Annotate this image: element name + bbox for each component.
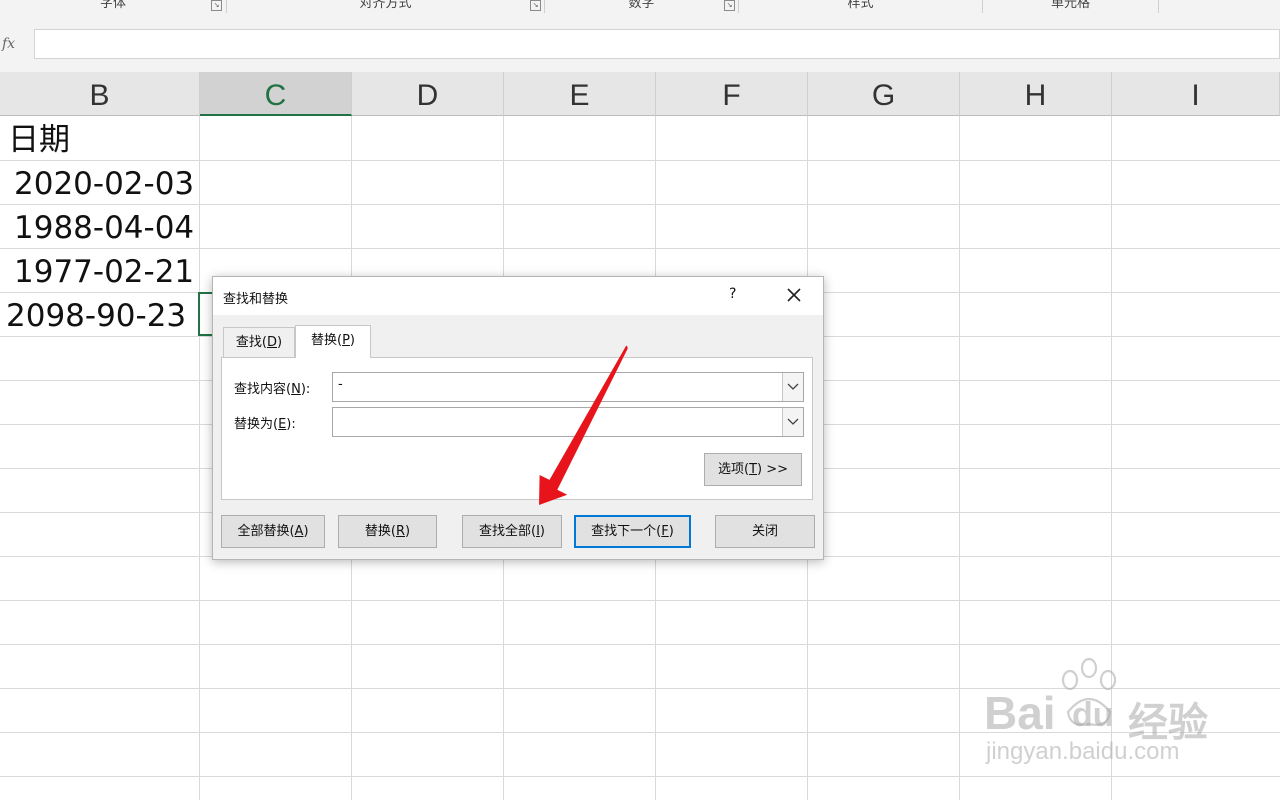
- find-replace-dialog: 查找和替换 ? 查找(D) 替换(P) 查找内容(N): - 替换为(E): 选…: [212, 276, 824, 560]
- chevron-down-icon[interactable]: [782, 408, 803, 436]
- tab-label: 查找(: [235, 335, 267, 350]
- dialog-title: 查找和替换: [223, 292, 289, 307]
- ribbon-group-label: 单元格: [1050, 0, 1090, 11]
- ribbon-group-label: 样式: [847, 0, 874, 11]
- column-letter: I: [1191, 79, 1200, 112]
- grid-line: [199, 116, 200, 800]
- column-letter: D: [416, 79, 439, 112]
- tab-label: 替换(: [311, 333, 343, 348]
- formula-bar: fx: [0, 14, 1280, 72]
- find-what-value: -: [338, 377, 343, 392]
- column-header-d[interactable]: D: [352, 72, 504, 116]
- close-icon[interactable]: [783, 284, 805, 306]
- button-label: 查找下一个(: [591, 524, 662, 539]
- column-letter: C: [264, 79, 287, 112]
- button-hotkey: R: [395, 524, 406, 539]
- tab-find[interactable]: 查找(D): [223, 327, 295, 357]
- replace-with-label: 替换为(E):: [234, 413, 296, 432]
- tab-hotkey: P: [342, 333, 350, 348]
- ribbon-group-label: 字体: [99, 0, 126, 11]
- label-hotkey: N: [291, 382, 301, 397]
- column-letter: H: [1024, 79, 1047, 112]
- chevron-down-icon[interactable]: [782, 373, 803, 401]
- grid-line: [0, 644, 1280, 645]
- button-label-end: ): [539, 524, 545, 539]
- help-button[interactable]: ?: [729, 286, 736, 302]
- dialog-titlebar[interactable]: 查找和替换 ?: [213, 277, 823, 315]
- watermark-brand-right: du: [1072, 696, 1114, 734]
- ribbon-group-label: 对齐方式: [359, 0, 412, 11]
- find-what-label: 查找内容(N):: [234, 378, 310, 397]
- tab-hotkey: D: [266, 335, 277, 350]
- button-hotkey: F: [661, 524, 669, 539]
- grid-line: [0, 776, 1280, 777]
- replace-with-input[interactable]: [332, 407, 804, 437]
- replace-button[interactable]: 替换(R): [338, 515, 437, 548]
- button-label-end: ): [303, 524, 309, 539]
- column-header-i[interactable]: I: [1112, 72, 1280, 116]
- label-text: 替换为(: [234, 417, 279, 432]
- column-header-g[interactable]: G: [808, 72, 960, 116]
- button-label: 查找全部(: [479, 524, 537, 539]
- button-label: 选项(: [717, 462, 750, 477]
- close-button[interactable]: 关闭: [715, 515, 815, 548]
- column-letter: E: [569, 79, 590, 112]
- cell-b1[interactable]: 日期: [8, 116, 70, 160]
- tab-replace[interactable]: 替换(P): [295, 325, 371, 358]
- ribbon-group-number: 数字: [545, 0, 739, 13]
- tab-label-end: ): [349, 333, 355, 348]
- button-label: 关闭: [751, 524, 778, 539]
- button-label: 全部替换(: [237, 524, 295, 539]
- find-next-button[interactable]: 查找下一个(F): [574, 515, 691, 548]
- replace-all-button[interactable]: 全部替换(A): [221, 515, 325, 548]
- grid-line: [0, 688, 1280, 689]
- ribbon-group-labels: 字体 ↘ 对齐方式 ↘ 数字 ↘ 样式 单元格: [0, 0, 1280, 15]
- column-header-e[interactable]: E: [504, 72, 656, 116]
- column-header-b[interactable]: B: [0, 72, 200, 116]
- font-dialog-launcher-icon[interactable]: ↘: [211, 0, 222, 11]
- button-label: 替换(: [364, 524, 396, 539]
- cell-b4[interactable]: 1977-02-21: [14, 248, 194, 292]
- options-button[interactable]: 选项(T) >>: [704, 453, 802, 486]
- tab-label-end: ): [277, 335, 283, 350]
- button-label-end: ): [668, 524, 674, 539]
- replace-panel: 查找内容(N): - 替换为(E): 选项(T) >>: [221, 357, 813, 500]
- button-label-end: ): [405, 524, 411, 539]
- column-letter: B: [89, 79, 110, 112]
- formula-input[interactable]: [34, 29, 1280, 59]
- column-letter: F: [722, 79, 741, 112]
- cell-b2[interactable]: 2020-02-03: [14, 160, 194, 204]
- ribbon-group-cells: 单元格: [983, 0, 1159, 13]
- ribbon-group-font: 字体: [0, 0, 227, 13]
- label-text: 查找内容(: [234, 382, 292, 397]
- column-header-c[interactable]: C: [200, 72, 352, 116]
- ribbon-group-styles: 样式: [739, 0, 983, 13]
- find-what-input[interactable]: -: [332, 372, 804, 402]
- grid-line: [0, 600, 1280, 601]
- find-all-button[interactable]: 查找全部(I): [462, 515, 562, 548]
- insert-function-icon[interactable]: fx: [0, 31, 32, 57]
- number-dialog-launcher-icon[interactable]: ↘: [724, 0, 735, 11]
- alignment-dialog-launcher-icon[interactable]: ↘: [530, 0, 541, 11]
- label-text-end: ):: [286, 417, 296, 432]
- fx-label: fx: [2, 36, 16, 52]
- grid-line: [959, 116, 960, 800]
- label-text-end: ):: [300, 382, 311, 397]
- column-header-f[interactable]: F: [656, 72, 808, 116]
- cell-b3[interactable]: 1988-04-04: [14, 204, 194, 248]
- button-hotkey: T: [749, 462, 758, 477]
- cell-b5[interactable]: 2098-90-23: [6, 292, 186, 336]
- ribbon-group-alignment: 对齐方式: [227, 0, 545, 13]
- column-header-h[interactable]: H: [960, 72, 1112, 116]
- ribbon-group-label: 数字: [628, 0, 655, 11]
- column-letter: G: [871, 79, 896, 112]
- watermark-url: jingyan.baidu.com: [986, 738, 1180, 765]
- watermark-brand-left: Bai: [984, 687, 1056, 739]
- button-label-end: ) >>: [757, 462, 789, 477]
